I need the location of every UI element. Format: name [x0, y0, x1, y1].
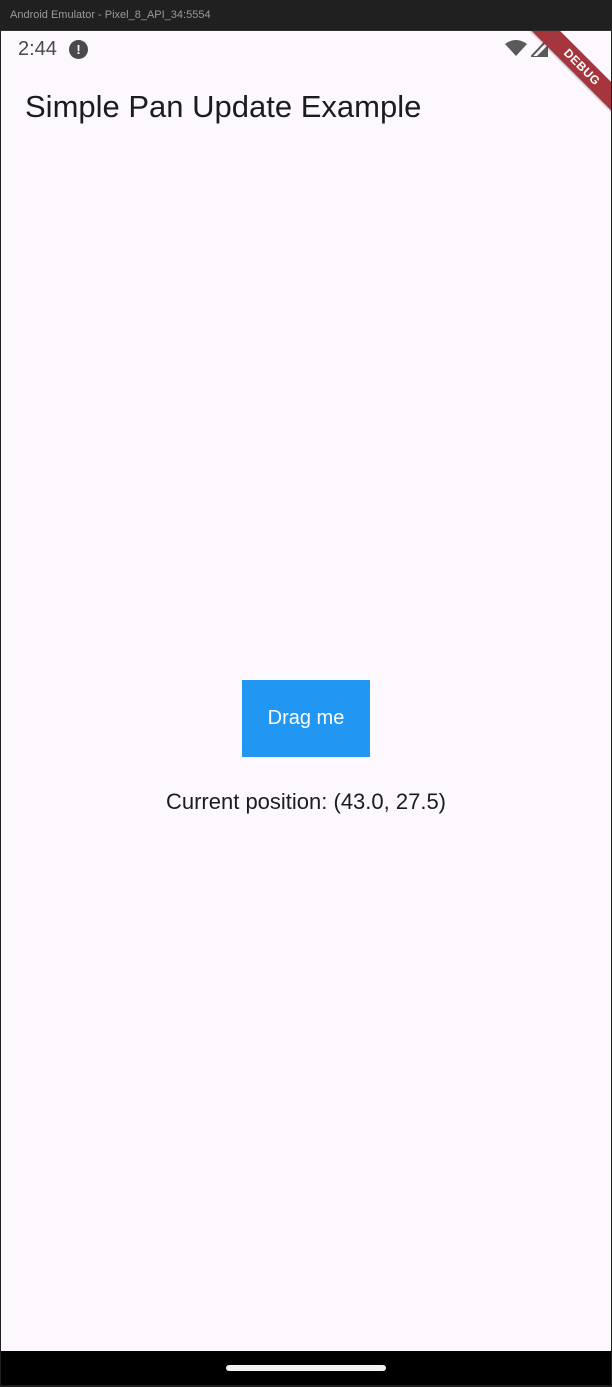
drag-me-box[interactable]: Drag me	[242, 680, 370, 757]
home-gesture-handle[interactable]	[226, 1365, 386, 1371]
emulator-window-title: Android Emulator - Pixel_8_API_34:5554	[0, 0, 612, 31]
device-screen: 2:44 ! DEBUG Simple Pan Update Example D…	[1, 31, 611, 1351]
current-position-text: Current position: (43.0, 27.5)	[165, 789, 447, 814]
status-time: 2:44	[18, 38, 57, 60]
gesture-nav-bar	[1, 1351, 611, 1385]
app-bar: Simple Pan Update Example	[1, 75, 611, 139]
page-title: Simple Pan Update Example	[25, 89, 422, 124]
alert-icon: !	[69, 40, 88, 59]
